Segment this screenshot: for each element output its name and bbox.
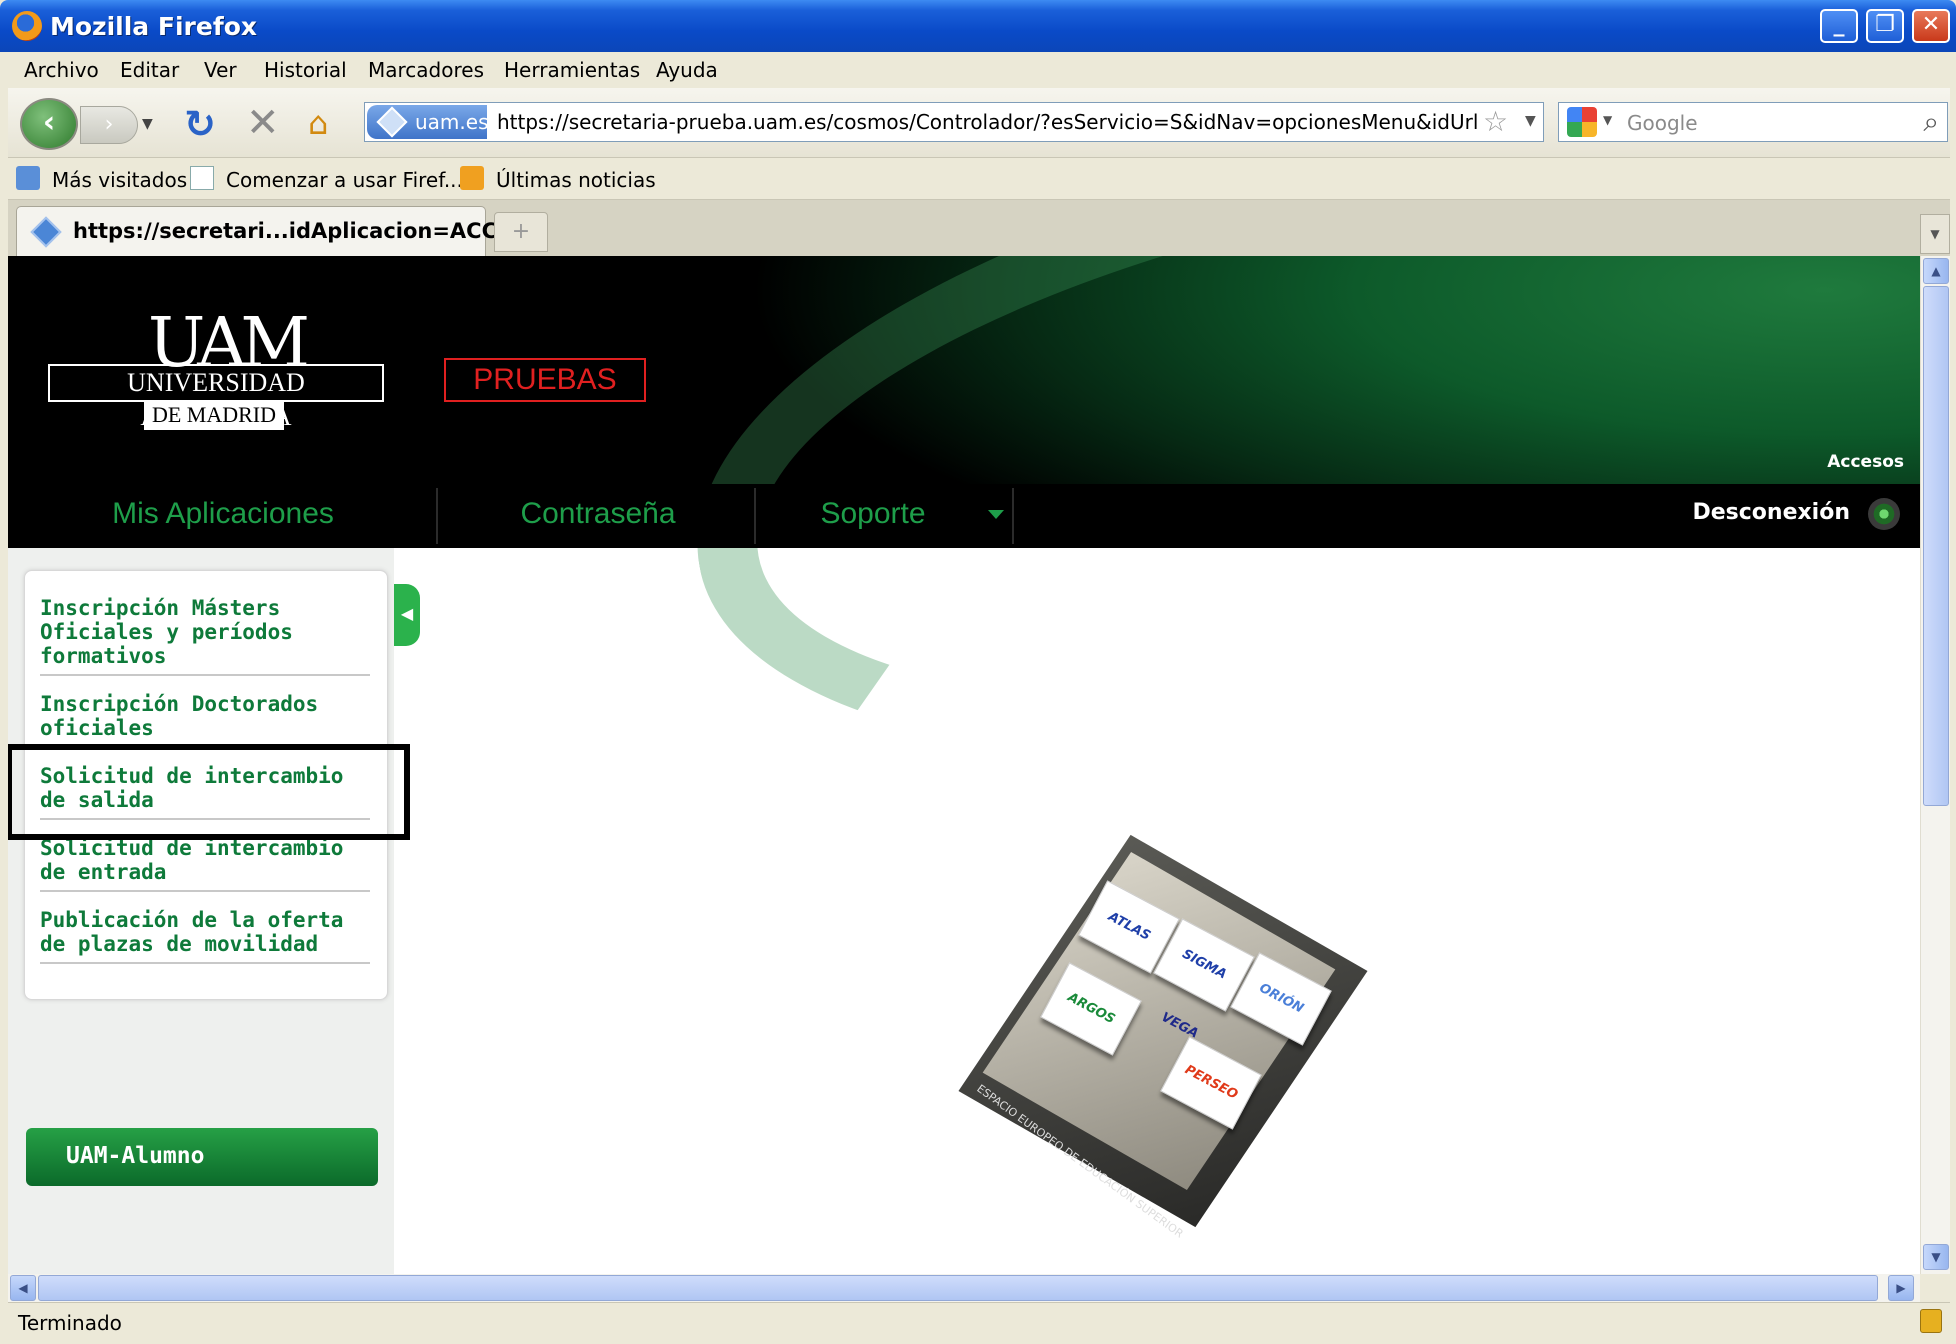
bookmark-comenzar[interactable]: Comenzar a usar Firef... (226, 168, 463, 192)
menu-herramientas[interactable]: Herramientas (504, 58, 640, 82)
scroll-down-icon[interactable]: ▼ (1923, 1244, 1949, 1270)
horizontal-scrollbar[interactable]: ◀ ▶ (8, 1274, 1920, 1302)
collapse-sidebar-icon[interactable]: ◀ (394, 584, 420, 646)
menu-historial[interactable]: Historial (264, 58, 347, 82)
tab-active[interactable]: https://secretari...idAplicacion=ACCS (16, 206, 513, 256)
search-icon[interactable]: ⌕ (1923, 105, 1939, 139)
menu-bar: Archivo Editar Ver Historial Marcadores … (8, 52, 1950, 88)
tab-list-button[interactable]: ▼ (1920, 214, 1950, 254)
bookmark-ultimas-noticias[interactable]: Últimas noticias (496, 168, 656, 192)
uam-alumno-button[interactable]: UAM-Alumno (26, 1128, 378, 1186)
firefox-icon (12, 11, 42, 41)
top-navigation: Mis Aplicaciones Contraseña Soporte Desc… (8, 484, 1920, 548)
menu-ver[interactable]: Ver (204, 58, 237, 82)
google-icon[interactable] (1567, 107, 1597, 137)
search-engine-dropdown-icon[interactable]: ▼ (1603, 113, 1612, 127)
stop-icon[interactable]: ✕ (246, 100, 280, 146)
home-icon[interactable]: ⌂ (308, 104, 328, 142)
sidebar-separator (40, 674, 370, 676)
highlight-annotation (8, 744, 410, 840)
menu-editar[interactable]: Editar (120, 58, 179, 82)
site-identity-icon (376, 106, 408, 138)
minimize-button[interactable]: _ (1820, 9, 1858, 43)
bookmark-mas-visitados[interactable]: Más visitados (52, 168, 187, 192)
menu-marcadores[interactable]: Marcadores (368, 58, 484, 82)
scroll-up-icon[interactable]: ▲ (1923, 258, 1949, 284)
logo-university: UNIVERSIDAD AUTONOMA (48, 364, 384, 431)
soporte-dropdown-icon[interactable] (988, 510, 1004, 519)
url-bar[interactable]: uam.es https://secretaria-prueba.uam.es/… (364, 102, 1544, 142)
bookmark-star-icon[interactable]: ☆ (1483, 105, 1508, 138)
accesos-link[interactable]: Accesos (1827, 452, 1904, 472)
nav-mis-aplicaciones[interactable]: Mis Aplicaciones (68, 484, 378, 548)
uam-logo[interactable]: UAM UNIVERSIDAD AUTONOMA DE MADRID (48, 304, 384, 434)
sidebar-link-masters[interactable]: Inscripción Másters Oficiales y períodos… (40, 596, 370, 668)
page-content: UAM UNIVERSIDAD AUTONOMA DE MADRID PRUEB… (8, 256, 1920, 1274)
header-swoosh (647, 256, 1920, 862)
vertical-scrollbar[interactable]: ▲ ▼ (1920, 256, 1950, 1274)
scroll-right-icon[interactable]: ▶ (1888, 1275, 1914, 1301)
title-bar: Mozilla Firefox _ ❐ ✕ (0, 0, 1956, 52)
eees-graphic: ATLAS SIGMA ORIÓN VEGA ARGOS PERSEO ESPA… (958, 834, 1378, 1241)
bookmarks-bar: Más visitados Comenzar a usar Firef... Ú… (8, 158, 1950, 200)
scroll-left-icon[interactable]: ◀ (10, 1275, 36, 1301)
maximize-button[interactable]: ❐ (1866, 9, 1904, 43)
site-header: UAM UNIVERSIDAD AUTONOMA DE MADRID PRUEB… (8, 256, 1920, 862)
url-dropdown-icon[interactable]: ▼ (1525, 113, 1536, 129)
forward-button[interactable]: › (80, 106, 138, 144)
reload-icon[interactable]: ↻ (184, 102, 216, 146)
most-visited-icon (16, 166, 40, 190)
lock-icon[interactable] (1920, 1309, 1942, 1333)
menu-archivo[interactable]: Archivo (24, 58, 99, 82)
horizontal-scroll-thumb[interactable] (38, 1275, 1878, 1301)
back-button[interactable]: ‹ (20, 98, 78, 150)
pruebas-badge: PRUEBAS (444, 358, 646, 402)
history-dropdown-icon[interactable]: ▼ (142, 116, 153, 132)
logo-city: DE MADRID (144, 400, 284, 430)
search-input[interactable]: Google (1627, 111, 1698, 135)
status-bar: Terminado (8, 1302, 1950, 1340)
sidebar-separator (40, 890, 370, 892)
tab-title: https://secretari...idAplicacion=ACCS (73, 219, 513, 243)
power-icon[interactable] (1868, 498, 1900, 530)
menu-ayuda[interactable]: Ayuda (656, 58, 718, 82)
navigation-toolbar: ‹ › ▼ ↻ ✕ ⌂ uam.es https://secretaria-pr… (8, 88, 1950, 158)
sidebar-separator (40, 962, 370, 964)
logout-link[interactable]: Desconexión (1692, 500, 1850, 525)
page-icon (190, 166, 214, 190)
nav-contrasena[interactable]: Contraseña (448, 484, 748, 548)
rss-icon (460, 166, 484, 190)
sidebar-link-oferta-plazas[interactable]: Publicación de la oferta de plazas de mo… (40, 908, 370, 956)
nav-separator (1012, 488, 1014, 544)
url-text[interactable]: https://secretaria-prueba.uam.es/cosmos/… (497, 110, 1477, 134)
site-identity-label: uam.es (415, 110, 489, 134)
tab-favicon-icon (30, 216, 62, 248)
site-identity-button[interactable]: uam.es (367, 105, 489, 139)
tab-bar: https://secretari...idAplicacion=ACCS + … (8, 200, 1950, 256)
sidebar-link-doctorados[interactable]: Inscripción Doctorados oficiales (40, 692, 370, 740)
status-text: Terminado (18, 1311, 122, 1335)
nav-separator (754, 488, 756, 544)
sidebar-link-intercambio-entrada[interactable]: Solicitud de intercambio de entrada (40, 836, 370, 884)
window-title: Mozilla Firefox (50, 12, 257, 41)
nav-separator (436, 488, 438, 544)
search-bar[interactable]: ▼ Google ⌕ (1558, 102, 1948, 142)
browser-window: Mozilla Firefox _ ❐ ✕ Archivo Editar Ver… (0, 0, 1956, 1344)
nav-soporte[interactable]: Soporte (768, 484, 978, 548)
close-button[interactable]: ✕ (1912, 9, 1950, 43)
vertical-scroll-thumb[interactable] (1923, 286, 1949, 806)
new-tab-button[interactable]: + (494, 212, 548, 252)
